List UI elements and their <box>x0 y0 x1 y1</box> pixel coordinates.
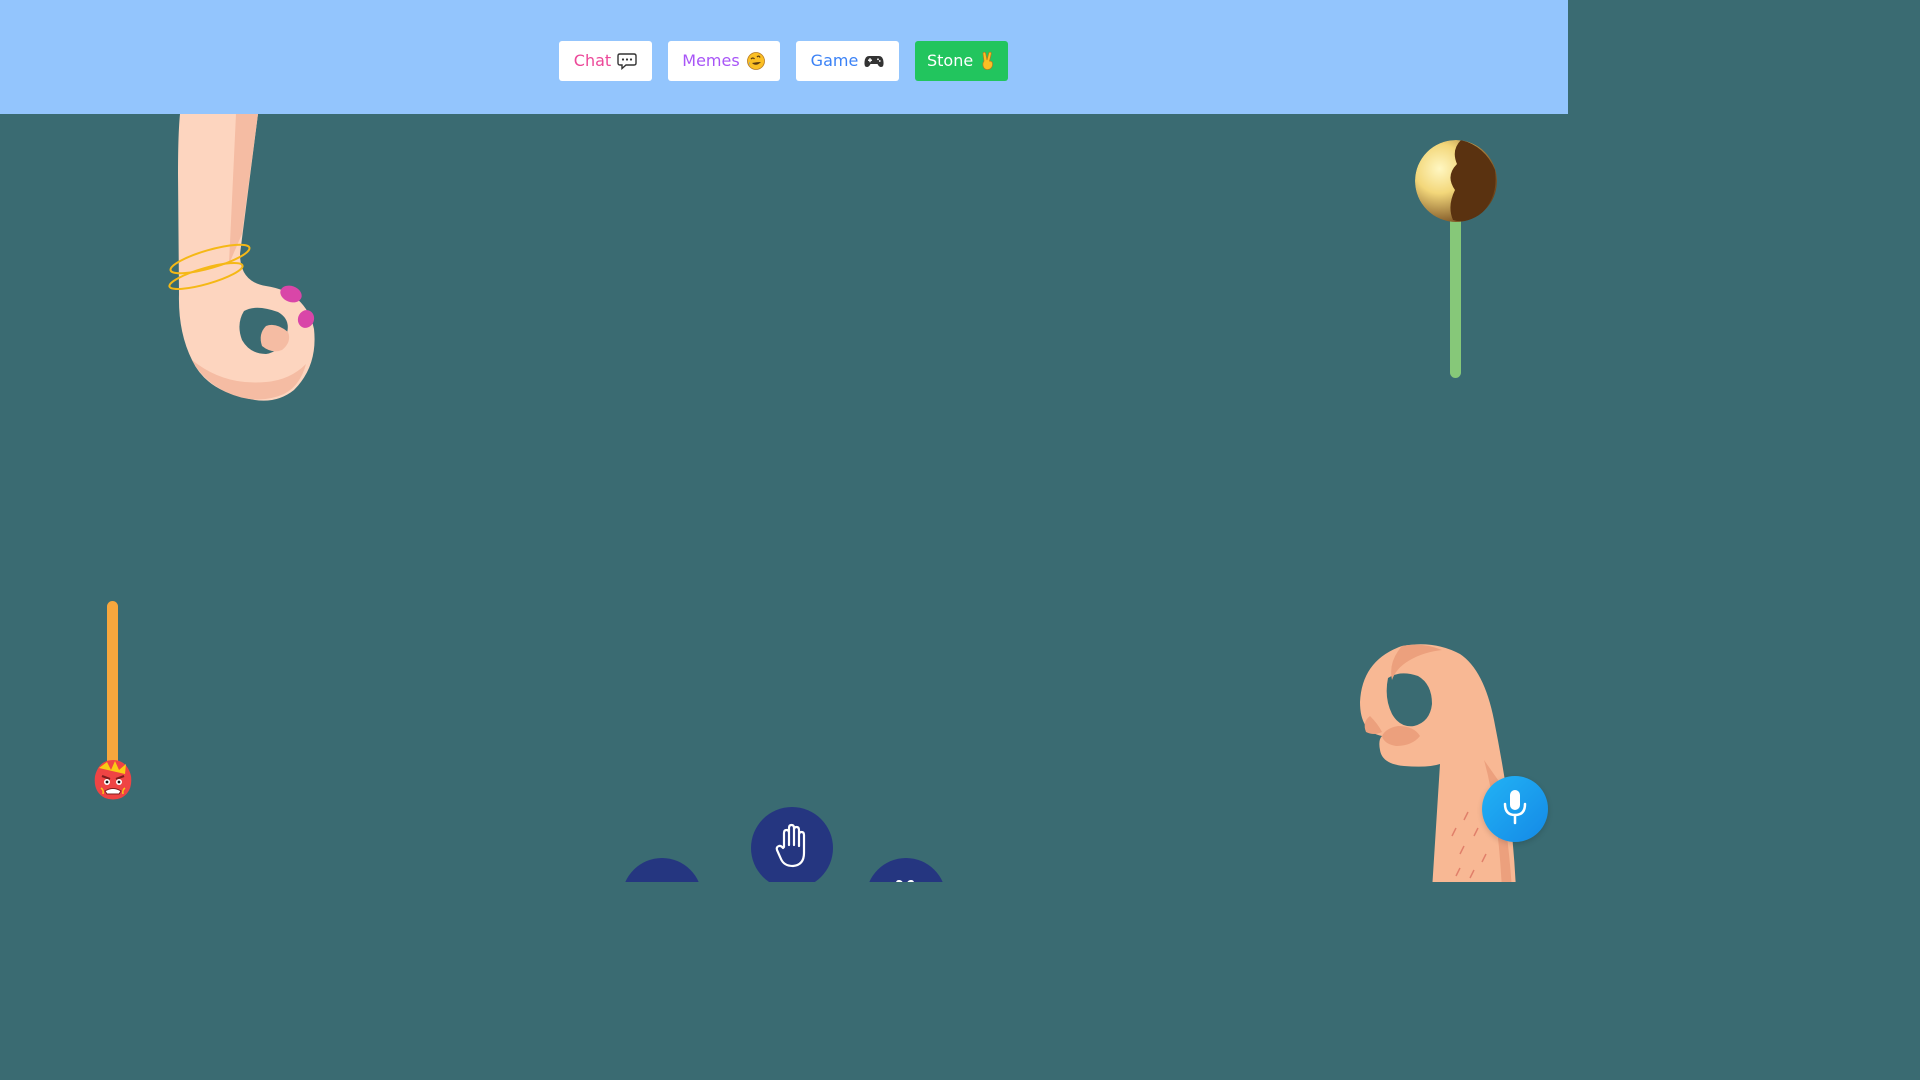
opponent-avatar <box>1415 140 1497 222</box>
paper-choice-button[interactable] <box>751 807 833 882</box>
microphone-icon <box>1502 789 1528 829</box>
opponent-health-bar <box>1450 214 1461 378</box>
chat-tab-button[interactable]: Chat <box>559 41 652 81</box>
microphone-button[interactable] <box>1482 776 1548 842</box>
scissors-choice-button[interactable] <box>866 858 946 882</box>
angry-face-avatar <box>93 758 133 800</box>
speech-bubble-icon <box>617 51 637 71</box>
stone-tab-button[interactable]: Stone <box>915 41 1008 81</box>
memes-tab-button[interactable]: Memes <box>668 41 780 81</box>
rolling-laughing-emoji-icon <box>746 51 766 71</box>
memes-tab-label: Memes <box>682 51 740 70</box>
victory-hand-icon <box>979 51 996 71</box>
fist-icon <box>647 881 677 882</box>
game-controller-icon <box>864 51 884 71</box>
victory-hand-icon <box>891 879 921 882</box>
game-tab-button[interactable]: Game <box>796 41 899 81</box>
chat-tab-label: Chat <box>573 51 612 70</box>
game-tab-label: Game <box>810 51 859 70</box>
opponent-hand <box>166 114 326 408</box>
raised-hand-icon <box>774 823 810 873</box>
rock-choice-button[interactable] <box>622 858 702 882</box>
player-health-bar <box>107 601 118 771</box>
stone-tab-label: Stone <box>927 51 974 70</box>
game-area <box>0 114 1568 882</box>
top-nav-bar: Chat Memes Game Stone <box>0 0 1568 114</box>
player-hand <box>1352 640 1522 882</box>
